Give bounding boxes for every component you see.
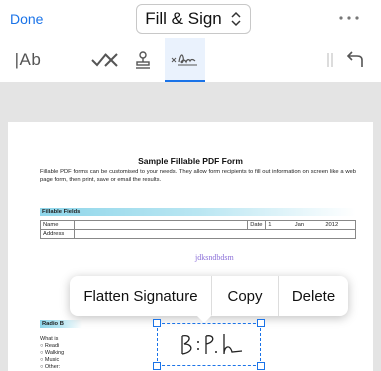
selected-signature[interactable] xyxy=(153,319,265,370)
name-label: Name xyxy=(40,220,75,230)
chevron-up-down-icon xyxy=(231,11,241,27)
cross-icon xyxy=(104,53,118,67)
copy-button[interactable]: Copy xyxy=(212,276,278,316)
top-bar: Done Fill & Sign xyxy=(0,0,381,38)
flatten-signature-button[interactable]: Flatten Signature xyxy=(70,276,211,316)
add-text-icon: |Ab xyxy=(14,50,42,69)
delete-button[interactable]: Delete xyxy=(279,276,348,316)
fillable-fields-table: Name Date 1 Jan 2012 Address xyxy=(40,220,357,239)
add-text-tool[interactable]: |Ab xyxy=(6,38,50,82)
mode-selector-label: Fill & Sign xyxy=(145,9,222,28)
cross-tool[interactable] xyxy=(96,38,126,82)
signature-drawing xyxy=(181,334,243,355)
document-title: Sample Fillable PDF Form xyxy=(138,156,243,166)
resize-handle-bottom-right[interactable] xyxy=(257,362,265,370)
done-button[interactable]: Done xyxy=(10,11,43,27)
fill-sign-toolbar: |Ab xyxy=(0,38,381,82)
mode-selector[interactable]: Fill & Sign xyxy=(136,4,251,34)
date-month: Jan xyxy=(294,222,305,228)
divider-icon xyxy=(327,53,333,67)
document-description: Fillable PDF forms can be customised to … xyxy=(40,169,356,183)
date-field[interactable]: 1 Jan 2012 xyxy=(265,220,356,230)
menu-pointer xyxy=(196,315,212,323)
signature-tool[interactable] xyxy=(165,38,205,82)
radio-option[interactable]: ○ Music xyxy=(40,357,64,364)
radio-option[interactable]: ○ Walking xyxy=(40,350,64,357)
radio-option[interactable]: ○ Readi xyxy=(40,343,64,350)
fillable-fields-header: Fillable Fields xyxy=(40,208,356,216)
address-label: Address xyxy=(40,229,75,239)
radio-list: What is ○ Readi ○ Walking ○ Music ○ Othe… xyxy=(40,336,64,371)
stamp-icon xyxy=(136,51,150,69)
stamp-tool[interactable] xyxy=(128,38,158,82)
radio-question: What is xyxy=(40,336,59,342)
radio-option[interactable]: ○ Other: xyxy=(40,364,64,371)
date-year: 2012 xyxy=(325,222,339,228)
signature-context-menu: Flatten Signature Copy Delete xyxy=(70,276,348,316)
resize-handle-bottom-left[interactable] xyxy=(153,362,161,370)
more-options-icon[interactable] xyxy=(337,8,361,28)
undo-icon xyxy=(346,51,363,67)
typed-text-annotation[interactable]: jdksndbdsm xyxy=(195,253,234,262)
address-field[interactable] xyxy=(73,229,357,239)
date-label: Date xyxy=(247,220,267,230)
resize-handle-top-right[interactable] xyxy=(257,319,265,327)
undo-button[interactable] xyxy=(340,38,370,82)
signature-icon xyxy=(171,54,197,66)
date-day: 1 xyxy=(268,222,272,228)
resize-handle-top-left[interactable] xyxy=(153,319,161,327)
radio-section-header: Radio B xyxy=(40,320,82,328)
name-field[interactable] xyxy=(73,220,249,230)
